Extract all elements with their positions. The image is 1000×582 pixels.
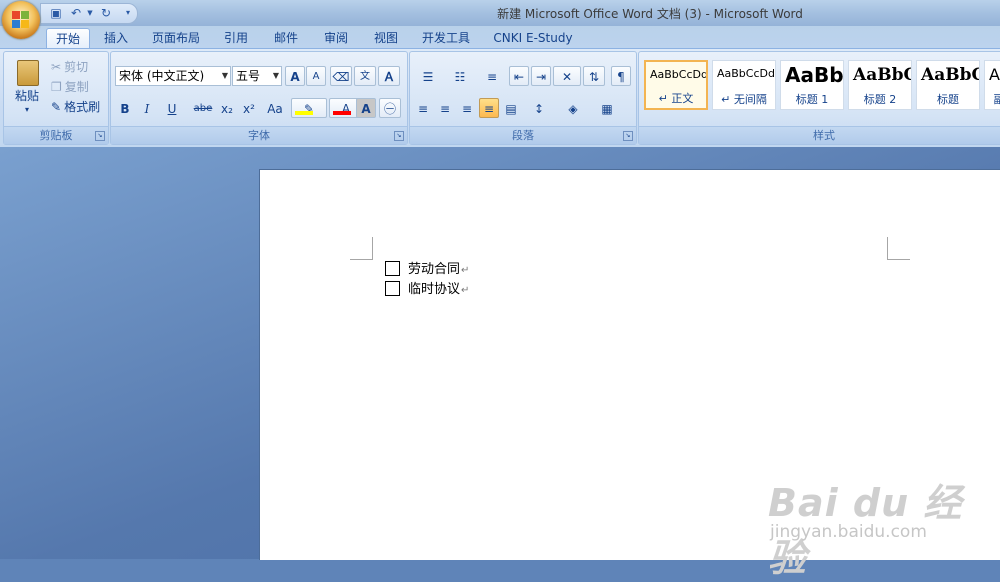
style-normal[interactable]: AaBbCcDd ↵ 正文 xyxy=(644,60,708,110)
paste-icon xyxy=(17,60,39,86)
paragraph-mark-icon: ↵ xyxy=(461,265,470,276)
distributed-icon[interactable]: ▤ xyxy=(501,98,521,118)
office-logo-icon xyxy=(12,11,30,29)
font-group: 宋体 (中文正文) ▼ 五号 ▼ A A ⌫ 文 Ａ B I U abe x₂ x²… xyxy=(110,51,408,145)
watermark-url: jingyan.baidu.com xyxy=(770,522,927,542)
enclose-characters-icon[interactable]: ㊀ xyxy=(379,98,401,118)
ribbon: 粘贴 ▾ ✂ 剪切 ❐ 复制 ✎ 格式刷 剪贴板 ↘ 宋体 (中文正文) ▼ 五号 ▼ A… xyxy=(0,48,1000,148)
chevron-down-icon: ▼ xyxy=(221,71,228,80)
align-right-icon[interactable]: ≡ xyxy=(457,98,477,118)
underline-button[interactable]: U xyxy=(159,98,185,118)
tab-references[interactable]: 引用 xyxy=(216,28,256,48)
style-heading-2[interactable]: AaBbC 标题 2 xyxy=(848,60,912,110)
save-icon[interactable]: ▣ xyxy=(49,6,63,20)
superscript-button[interactable]: x² xyxy=(239,98,259,118)
paragraph-mark-icon: ↵ xyxy=(461,285,470,296)
line-spacing-icon[interactable]: ↕ xyxy=(525,98,553,118)
justify-icon[interactable]: ≡ xyxy=(479,98,499,118)
cut-button[interactable]: ✂ 剪切 xyxy=(50,56,104,76)
copy-button[interactable]: ❐ 复制 xyxy=(50,76,104,96)
font-name-select[interactable]: 宋体 (中文正文) ▼ xyxy=(115,66,231,86)
paste-label: 粘贴 xyxy=(14,89,39,103)
paste-button[interactable]: 粘贴 ▾ xyxy=(8,56,46,120)
strikethrough-button[interactable]: abe xyxy=(191,98,215,118)
style-subtitle[interactable]: Aa 副 xyxy=(984,60,1000,110)
undo-dropdown-icon[interactable]: ▼ xyxy=(83,6,97,20)
format-painter-button[interactable]: ✎ 格式刷 xyxy=(50,96,106,116)
font-group-label: 字体 xyxy=(111,126,407,144)
window-title: 新建 Microsoft Office Word 文档 (3) - Micros… xyxy=(497,7,803,21)
italic-button[interactable]: I xyxy=(137,98,157,118)
phonetic-guide-icon[interactable]: 文 xyxy=(354,66,376,86)
style-title[interactable]: AaBbC 标题 xyxy=(916,60,980,110)
baidu-watermark: Bai du 经验 jingyan.baidu.com xyxy=(768,470,998,580)
paragraph-launcher-icon[interactable]: ↘ xyxy=(623,131,633,141)
ribbon-tabs: 开始 插入 页面布局 引用 邮件 审阅 视图 开发工具 CNKI E-Study xyxy=(0,26,1000,49)
checklist-item[interactable]: 劳动合同↵ xyxy=(385,261,469,279)
quick-access-toolbar: ▣ ↶ ▼ ↻ ▾ xyxy=(40,3,138,24)
character-border-icon[interactable]: Ａ xyxy=(378,66,400,86)
clipboard-group-label: 剪贴板 xyxy=(4,126,108,144)
clipboard-group: 粘贴 ▾ ✂ 剪切 ❐ 复制 ✎ 格式刷 剪贴板 ↘ xyxy=(3,51,109,145)
chinese-layout-icon[interactable]: ✕ xyxy=(553,66,581,86)
highlight-swatch xyxy=(295,111,313,115)
tab-review[interactable]: 审阅 xyxy=(316,28,356,48)
font-launcher-icon[interactable]: ↘ xyxy=(394,131,404,141)
checkbox-icon[interactable] xyxy=(385,281,400,296)
highlight-color-button[interactable]: ✎ xyxy=(291,98,327,118)
styles-group-label: 样式 xyxy=(639,126,1000,144)
checkbox-icon[interactable] xyxy=(385,261,400,276)
change-case-button[interactable]: Aa xyxy=(261,98,289,118)
tab-insert[interactable]: 插入 xyxy=(96,28,136,48)
tab-view[interactable]: 视图 xyxy=(366,28,406,48)
redo-icon[interactable]: ↻ xyxy=(99,6,113,20)
sort-icon[interactable]: ⇅ xyxy=(583,66,605,86)
font-color-swatch xyxy=(333,111,351,115)
brush-icon: ✎ xyxy=(51,100,62,114)
copy-icon: ❐ xyxy=(51,80,62,94)
shrink-font-button[interactable]: A xyxy=(306,66,326,86)
bold-button[interactable]: B xyxy=(115,98,135,118)
margin-corner-top-right xyxy=(887,237,910,260)
tab-page-layout[interactable]: 页面布局 xyxy=(146,28,206,48)
style-no-spacing[interactable]: AaBbCcDd ↵ 无间隔 xyxy=(712,60,776,110)
title-bar: 新建 Microsoft Office Word 文档 (3) - Micros… xyxy=(0,0,1000,26)
tab-developer[interactable]: 开发工具 xyxy=(416,28,476,48)
show-marks-icon[interactable]: ¶ xyxy=(611,66,631,86)
styles-group: AaBbCcDd ↵ 正文 AaBbCcDd ↵ 无间隔 AaBb 标题 1 A… xyxy=(638,51,1000,145)
subscript-button[interactable]: x₂ xyxy=(217,98,237,118)
font-size-select[interactable]: 五号 ▼ xyxy=(232,66,282,86)
undo-icon[interactable]: ↶ xyxy=(69,6,83,20)
office-button[interactable] xyxy=(2,1,40,39)
multilevel-list-icon[interactable]: ≡ xyxy=(477,66,507,86)
chevron-down-icon: ▼ xyxy=(272,71,279,80)
style-heading-1[interactable]: AaBb 标题 1 xyxy=(780,60,844,110)
checklist-item[interactable]: 临时协议↵ xyxy=(385,281,469,299)
increase-indent-icon[interactable]: ⇥ xyxy=(531,66,551,86)
decrease-indent-icon[interactable]: ⇤ xyxy=(509,66,529,86)
paragraph-group: ☰ ☷ ≡ ⇤ ⇥ ✕ ⇅ ¶ ≡ ≡ ≡ ≡ ▤ ↕ ◈ ▦ 段落 ↘ xyxy=(409,51,637,145)
bullets-icon[interactable]: ☰ xyxy=(413,66,443,86)
clipboard-launcher-icon[interactable]: ↘ xyxy=(95,131,105,141)
scissors-icon: ✂ xyxy=(51,60,62,74)
margin-corner-top-left xyxy=(350,237,373,260)
tab-mailings[interactable]: 邮件 xyxy=(266,28,306,48)
tab-home[interactable]: 开始 xyxy=(46,28,90,49)
paragraph-group-label: 段落 xyxy=(410,126,636,144)
paste-dropdown-icon: ▾ xyxy=(24,105,29,114)
grow-font-button[interactable]: A xyxy=(285,66,305,86)
align-center-icon[interactable]: ≡ xyxy=(435,98,455,118)
align-left-icon[interactable]: ≡ xyxy=(413,98,433,118)
numbering-icon[interactable]: ☷ xyxy=(445,66,475,86)
tab-cnki[interactable]: CNKI E-Study xyxy=(488,28,578,48)
customize-qat-icon[interactable]: ▾ xyxy=(121,6,135,20)
clear-format-icon[interactable]: ⌫ xyxy=(330,66,352,86)
shading-icon[interactable]: ◈ xyxy=(557,98,589,118)
character-shading-icon[interactable]: A xyxy=(356,98,376,118)
borders-icon[interactable]: ▦ xyxy=(591,98,623,118)
